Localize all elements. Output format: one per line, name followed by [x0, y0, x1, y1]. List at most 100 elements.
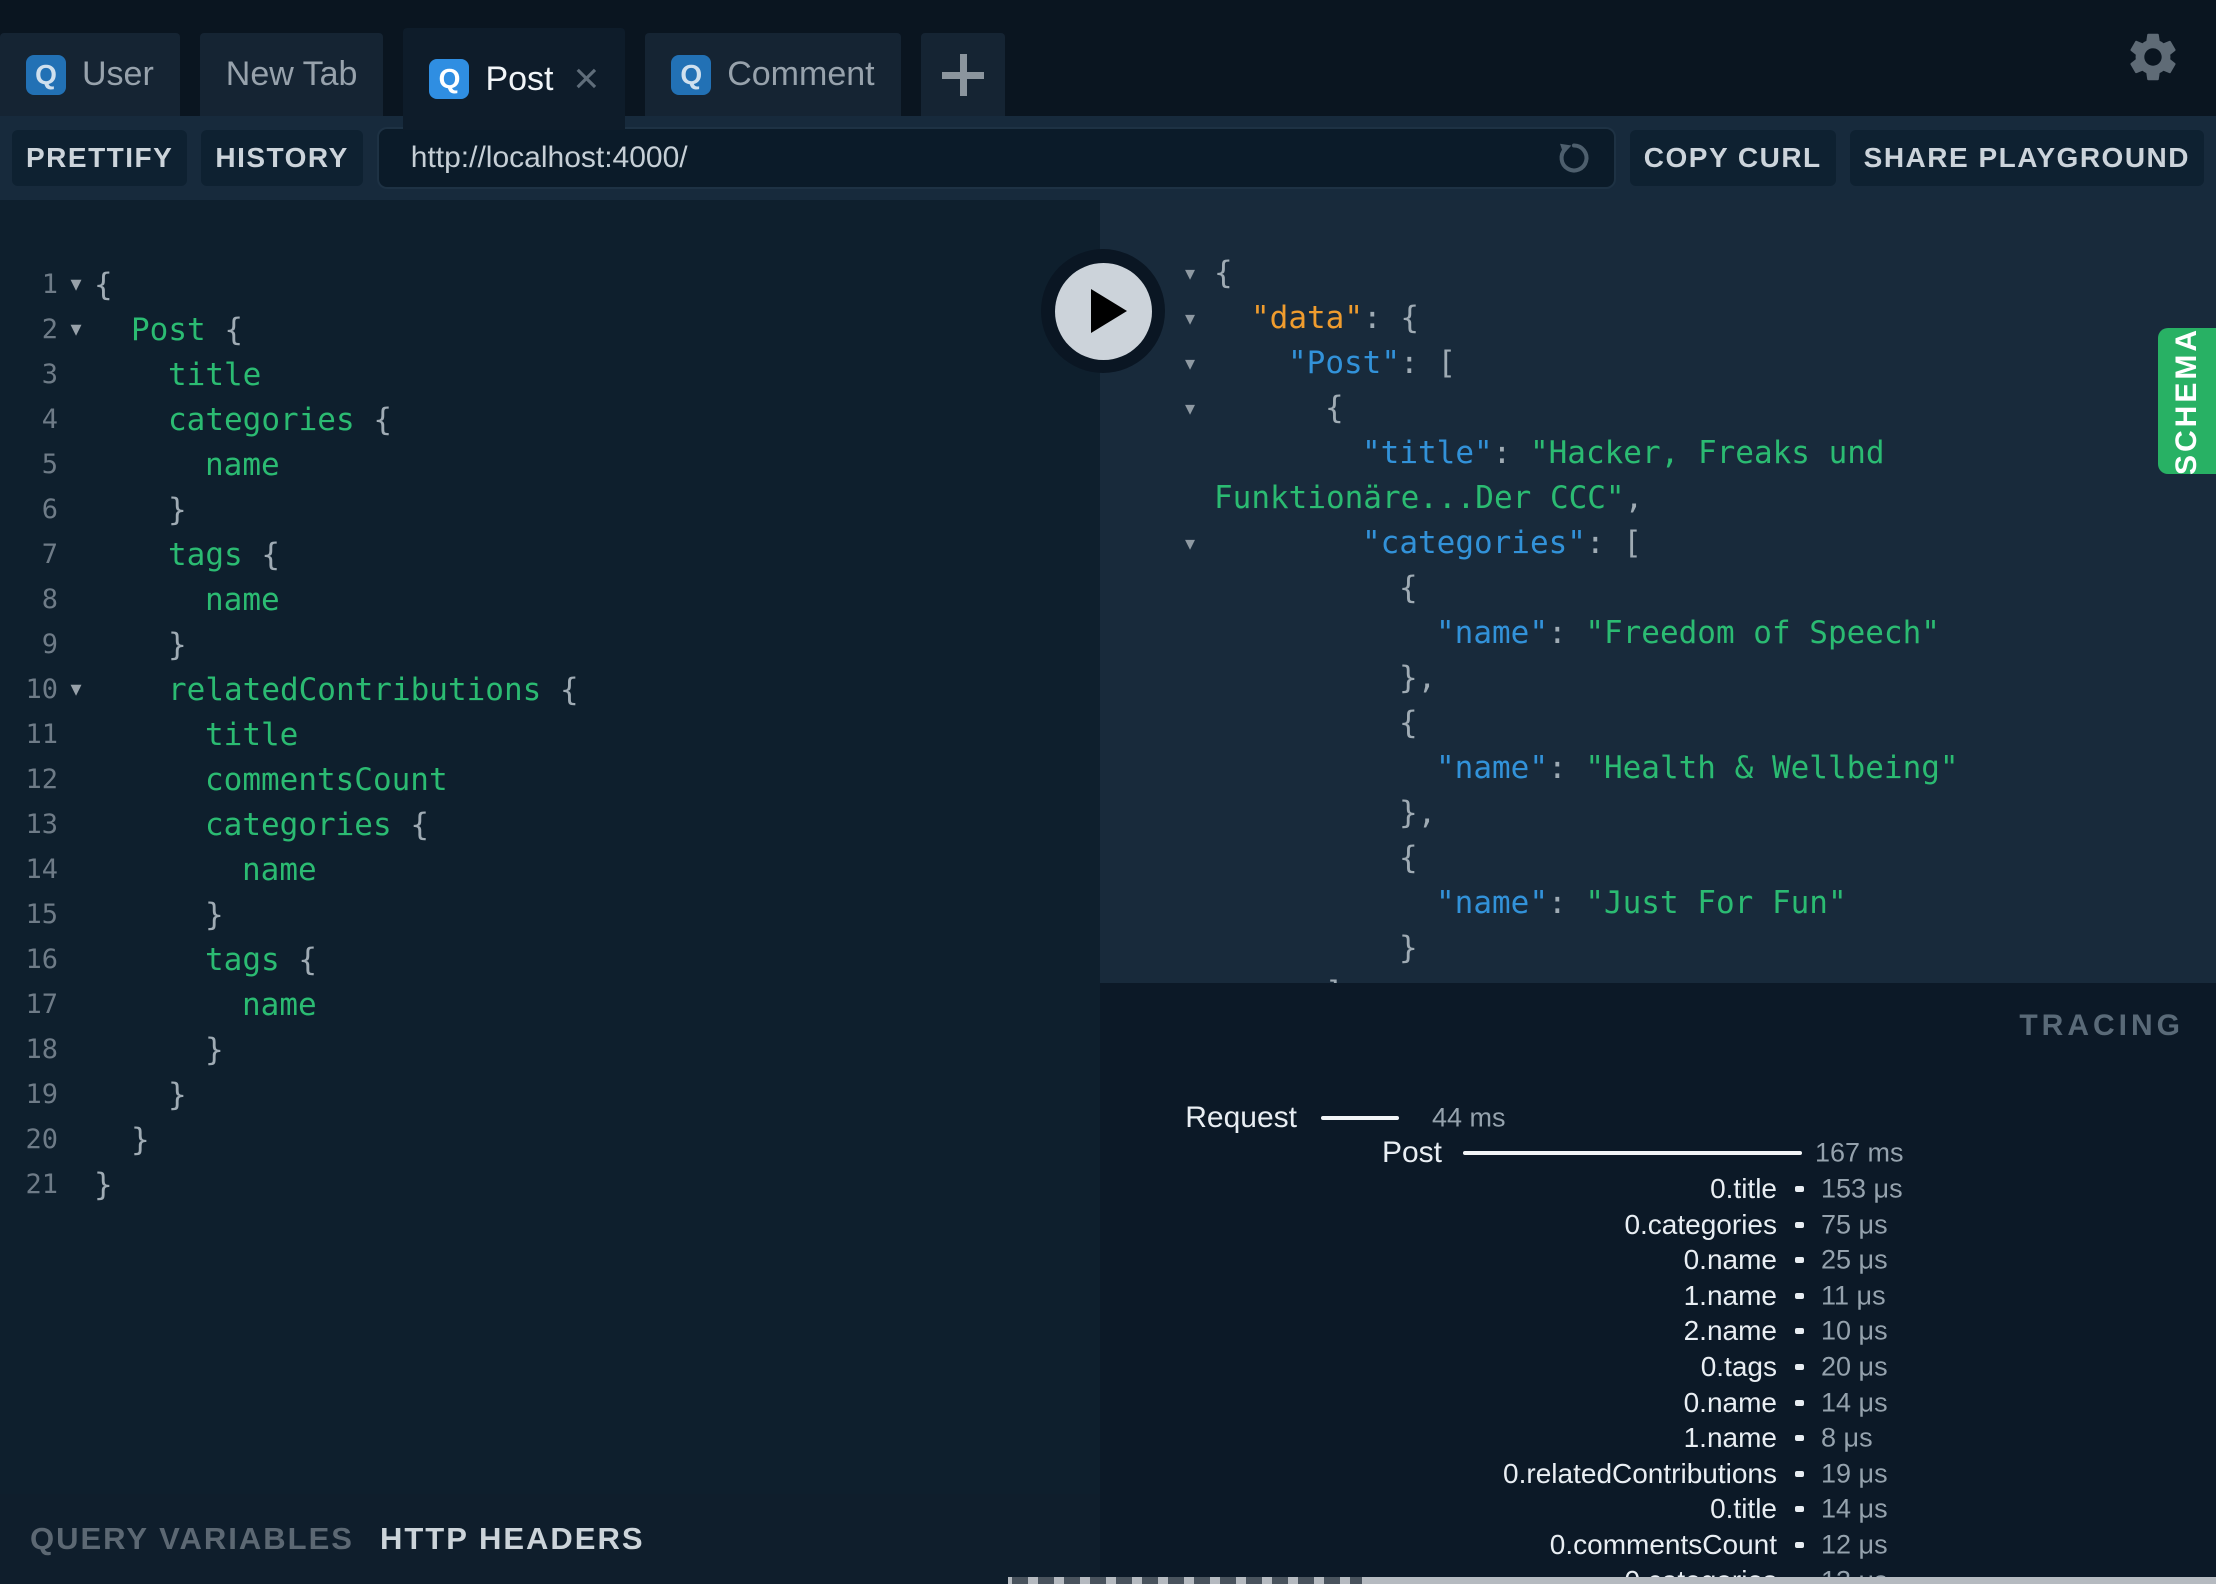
- endpoint-input[interactable]: http://localhost:4000/: [376, 127, 1616, 189]
- code-token: {: [559, 671, 579, 708]
- horizontal-scrollbar[interactable]: [1008, 1577, 2216, 1584]
- code-token: "categories": [1362, 524, 1586, 561]
- tab-post[interactable]: Q Post ×: [403, 28, 626, 130]
- tracing-title: TRACING: [2019, 1009, 2184, 1042]
- code-token: "Post": [1288, 344, 1400, 381]
- editor-line[interactable]: 19}: [0, 1072, 1100, 1117]
- fold-arrow-icon[interactable]: ▾: [58, 317, 94, 342]
- code-token: name: [205, 581, 280, 618]
- code-token: [: [1623, 524, 1642, 561]
- tracing-duration: 44 ms: [1432, 1102, 1506, 1133]
- tracing-duration: 19 μs: [1821, 1458, 1888, 1489]
- tracing-duration: 10 μs: [1821, 1315, 1888, 1346]
- line-number: 11: [25, 719, 58, 750]
- tracing-dash: [1795, 1435, 1804, 1442]
- response-line: },: [1100, 790, 2216, 835]
- play-circle: [1054, 262, 1152, 360]
- query-editor[interactable]: 1 ▾{2 ▾ Post {3 title 4 categories {5 name 6} 7 ta…: [0, 200, 1100, 1494]
- tracing-row: 0.title 153 μs: [1100, 1171, 2216, 1207]
- tab-label: Post: [485, 59, 554, 98]
- code-token: categories: [168, 401, 374, 438]
- gear-icon: [2130, 33, 2176, 81]
- tracing-duration: 167 ms: [1815, 1137, 1904, 1168]
- tracing-duration: 14 μs: [1821, 1493, 1888, 1524]
- execute-query-button[interactable]: [1041, 249, 1165, 373]
- code-token: name: [205, 446, 280, 483]
- tab-comment[interactable]: Q Comment: [645, 33, 901, 116]
- fold-arrow-icon[interactable]: ▾: [1185, 396, 1214, 420]
- fold-arrow-icon[interactable]: ▾: [1185, 306, 1214, 330]
- code-token: :: [1547, 614, 1586, 651]
- fold-arrow-icon[interactable]: ▾: [58, 272, 94, 297]
- tab-user[interactable]: Q User: [0, 33, 180, 116]
- http-headers-tab[interactable]: HTTP HEADERS: [380, 1521, 645, 1557]
- response-line: ]: [1100, 970, 2216, 984]
- editor-line[interactable]: 9}: [0, 622, 1100, 667]
- toolbar: PRETTIFY HISTORY http://localhost:4000/ …: [0, 116, 2216, 200]
- code-token: title: [205, 716, 299, 753]
- response-line: "name": "Freedom of Speech": [1100, 610, 2216, 655]
- query-badge: Q: [429, 59, 470, 99]
- line-number: 5: [41, 449, 58, 480]
- line-number: 9: [41, 629, 58, 660]
- editor-bottom-bar: QUERY VARIABLES HTTP HEADERS: [0, 1494, 1100, 1584]
- editor-line[interactable]: 16 tags {: [0, 937, 1100, 982]
- refetch-schema-icon[interactable]: [1552, 136, 1596, 180]
- query-variables-tab[interactable]: QUERY VARIABLES: [30, 1521, 354, 1557]
- tab-new-tab[interactable]: New Tab: [199, 33, 384, 116]
- tracing-label: 1.name: [1683, 1279, 1777, 1311]
- editor-line[interactable]: 3 title: [0, 352, 1100, 397]
- editor-line[interactable]: 21}: [0, 1162, 1100, 1207]
- tracing-dash: [1795, 1185, 1804, 1192]
- fold-arrow-icon[interactable]: ▾: [58, 677, 94, 702]
- response-line: {: [1100, 700, 2216, 745]
- close-tab-icon[interactable]: ×: [574, 57, 600, 101]
- code-token: :: [1399, 344, 1438, 381]
- line-number: 6: [41, 494, 58, 525]
- fold-arrow-icon[interactable]: ▾: [1185, 261, 1214, 285]
- share-playground-button[interactable]: SHARE PLAYGROUND: [1849, 130, 2204, 186]
- editor-line[interactable]: 4 categories {: [0, 397, 1100, 442]
- editor-line[interactable]: 13 categories {: [0, 802, 1100, 847]
- editor-line[interactable]: 20}: [0, 1117, 1100, 1162]
- settings-button[interactable]: [2124, 28, 2182, 86]
- response-line: ▾ "categories": [: [1100, 520, 2216, 565]
- editor-line[interactable]: 1 ▾{: [0, 262, 1100, 307]
- tracing-label: 0.title: [1710, 1493, 1777, 1525]
- history-button[interactable]: HISTORY: [201, 130, 363, 186]
- editor-line[interactable]: 7 tags {: [0, 532, 1100, 577]
- tracing-bar: [1321, 1115, 1399, 1120]
- code-token: }: [205, 1031, 224, 1068]
- editor-line[interactable]: 14 name: [0, 847, 1100, 892]
- editor-line[interactable]: 18}: [0, 1027, 1100, 1072]
- line-number: 12: [25, 764, 58, 795]
- fold-arrow-icon[interactable]: ▾: [1185, 531, 1214, 555]
- copy-curl-button[interactable]: COPY CURL: [1629, 130, 1836, 186]
- code-token: }: [168, 1076, 187, 1113]
- tracing-row: 0.tags 20 μs: [1100, 1349, 2216, 1385]
- editor-line[interactable]: 15}: [0, 892, 1100, 937]
- plus-icon: [941, 53, 984, 96]
- tracing-duration: 153 μs: [1821, 1173, 1903, 1204]
- tracing-dash: [1795, 1221, 1804, 1228]
- line-number: 20: [25, 1124, 58, 1155]
- editor-line[interactable]: 17 name: [0, 982, 1100, 1027]
- schema-tab[interactable]: SCHEMA: [2158, 327, 2216, 475]
- editor-line[interactable]: 11 title: [0, 712, 1100, 757]
- editor-line[interactable]: 5 name: [0, 442, 1100, 487]
- fold-arrow-icon[interactable]: ▾: [1185, 351, 1214, 375]
- new-tab-button[interactable]: [920, 33, 1005, 116]
- editor-line[interactable]: 2 ▾ Post {: [0, 307, 1100, 352]
- play-icon: [1091, 289, 1127, 333]
- prettify-button[interactable]: PRETTIFY: [12, 130, 188, 186]
- code-token: relatedContributions: [168, 671, 560, 708]
- editor-line[interactable]: 8 name: [0, 577, 1100, 622]
- code-token: Post: [131, 311, 225, 348]
- editor-line[interactable]: 12 commentsCount: [0, 757, 1100, 802]
- response-line: {: [1100, 565, 2216, 610]
- editor-line[interactable]: 10 ▾ relatedContributions {: [0, 667, 1100, 712]
- editor-line[interactable]: 6}: [0, 487, 1100, 532]
- tab-label: User: [82, 55, 154, 93]
- line-number: 21: [25, 1169, 58, 1200]
- code-token: "title": [1362, 434, 1493, 471]
